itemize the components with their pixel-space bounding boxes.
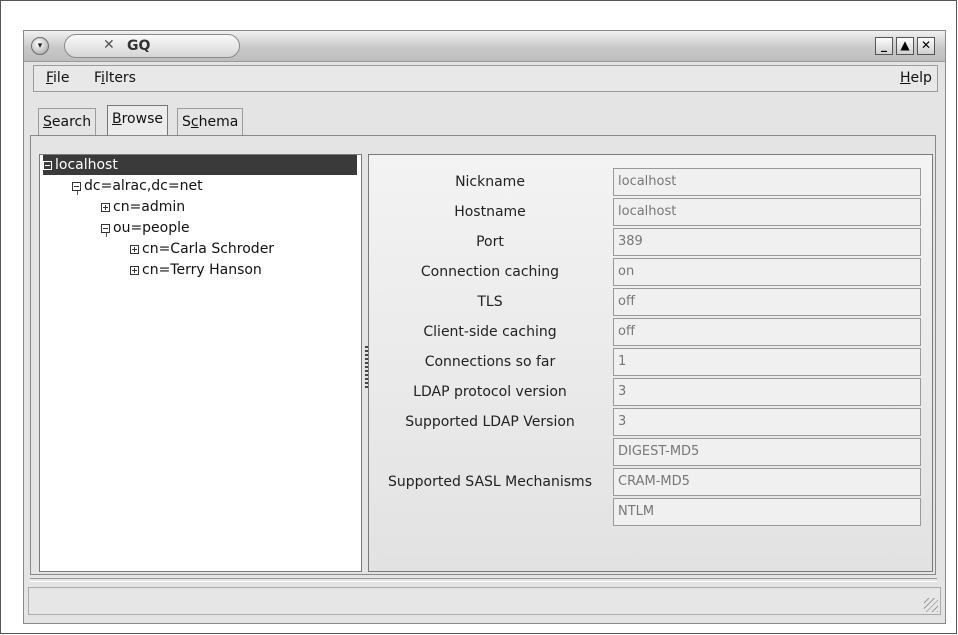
tree-node-carla[interactable]: cn=Carla Schroder <box>130 239 274 259</box>
tab-browse-accel: B <box>112 111 122 127</box>
prop-value-connections-so-far[interactable]: 1 <box>613 348 921 376</box>
tree-node-people[interactable]: ou=people <box>101 218 190 238</box>
tree-node-label: localhost <box>55 157 118 173</box>
resize-grip-icon[interactable] <box>924 598 938 612</box>
menu-file-accel: F <box>46 70 54 86</box>
tab-search-rest: earch <box>51 114 92 130</box>
menu-filters[interactable]: Filters <box>94 70 136 86</box>
tree-node-dc[interactable]: dc=alrac,dc=net <box>72 176 203 196</box>
prop-label: Connections so far <box>424 354 556 370</box>
server-details: Nickname localhost Hostname localhost Po… <box>368 154 933 572</box>
prop-label: Nickname <box>455 174 525 190</box>
expand-icon[interactable] <box>101 203 110 212</box>
prop-label: Supported SASL Mechanisms <box>388 474 592 490</box>
prop-value-client-side-caching[interactable]: off <box>613 318 921 346</box>
menu-filters-pre: F <box>94 70 102 86</box>
window-title: GQ <box>127 38 151 54</box>
tree-node-label: cn=Terry Hanson <box>142 262 262 278</box>
tab-browse[interactable]: Browse <box>107 105 168 137</box>
menu-bar: File Filters Help <box>33 65 938 92</box>
prop-value-connection-caching[interactable]: on <box>613 258 921 286</box>
prop-label: Connection caching <box>420 264 560 280</box>
menu-help[interactable]: Help <box>900 70 932 86</box>
tree-node-localhost[interactable]: localhost <box>43 155 357 175</box>
window-menu-button[interactable]: ▾ <box>31 37 49 55</box>
gq-window: ▾ ✕ GQ _ ▲ ✕ File Filters Help Search Br… <box>23 30 946 624</box>
prop-value-sasl-mechanism[interactable]: DIGEST-MD5 <box>613 438 921 466</box>
tab-schema-pre: S <box>182 114 191 130</box>
prop-label: LDAP protocol version <box>413 384 567 400</box>
prop-label: Port <box>476 234 504 250</box>
expand-icon[interactable] <box>130 245 139 254</box>
menu-help-accel: H <box>900 70 911 86</box>
title-pill: ✕ GQ <box>64 34 240 58</box>
status-bar <box>28 587 941 615</box>
prop-label: Client-side caching <box>423 324 557 340</box>
tab-browse-rest: rowse <box>121 111 163 127</box>
prop-label: Supported LDAP Version <box>405 414 575 430</box>
collapse-icon[interactable] <box>43 161 52 170</box>
prop-value-port[interactable]: 389 <box>613 228 921 256</box>
prop-value-sasl-mechanism[interactable]: NTLM <box>613 498 921 526</box>
separator <box>30 578 937 582</box>
tab-search[interactable]: Search <box>38 108 97 136</box>
prop-label: TLS <box>477 294 503 310</box>
menu-filters-rest: lters <box>104 70 136 86</box>
prop-label: Hostname <box>454 204 526 220</box>
ldap-tree[interactable]: localhost dc=alrac,dc=net cn=admin ou=pe… <box>39 154 362 572</box>
prop-value-nickname[interactable]: localhost <box>613 168 921 196</box>
tab-search-accel: S <box>43 114 52 130</box>
menu-file-rest: ile <box>53 70 70 86</box>
tree-node-label: ou=people <box>113 220 190 236</box>
collapse-icon[interactable] <box>72 182 81 191</box>
gq-app-icon: ✕ <box>103 37 115 53</box>
tree-node-admin[interactable]: cn=admin <box>101 197 185 217</box>
prop-value-ldap-protocol-version[interactable]: 3 <box>613 378 921 406</box>
prop-value-tls[interactable]: off <box>613 288 921 316</box>
tree-node-label: dc=alrac,dc=net <box>84 178 203 194</box>
menu-file[interactable]: File <box>46 70 69 86</box>
prop-value-sasl-mechanism[interactable]: CRAM-MD5 <box>613 468 921 496</box>
menu-help-rest: elp <box>910 70 932 86</box>
tree-node-label: cn=Carla Schroder <box>142 241 275 257</box>
title-bar[interactable]: ▾ ✕ GQ _ ▲ ✕ <box>24 31 945 62</box>
tab-schema-rest: hema <box>198 114 239 130</box>
maximize-button[interactable]: ▲ <box>896 37 914 55</box>
collapse-icon[interactable] <box>101 224 110 233</box>
tree-node-label: cn=admin <box>113 199 186 215</box>
minimize-button[interactable]: _ <box>875 37 893 55</box>
prop-value-hostname[interactable]: localhost <box>613 198 921 226</box>
prop-value-supported-ldap-version[interactable]: 3 <box>613 408 921 436</box>
browse-panel: localhost dc=alrac,dc=net cn=admin ou=pe… <box>30 135 936 575</box>
tab-schema-accel: c <box>190 114 199 130</box>
tab-schema[interactable]: Schema <box>177 108 244 136</box>
close-button[interactable]: ✕ <box>917 37 935 55</box>
tree-node-terry[interactable]: cn=Terry Hanson <box>130 260 262 280</box>
expand-icon[interactable] <box>130 266 139 275</box>
